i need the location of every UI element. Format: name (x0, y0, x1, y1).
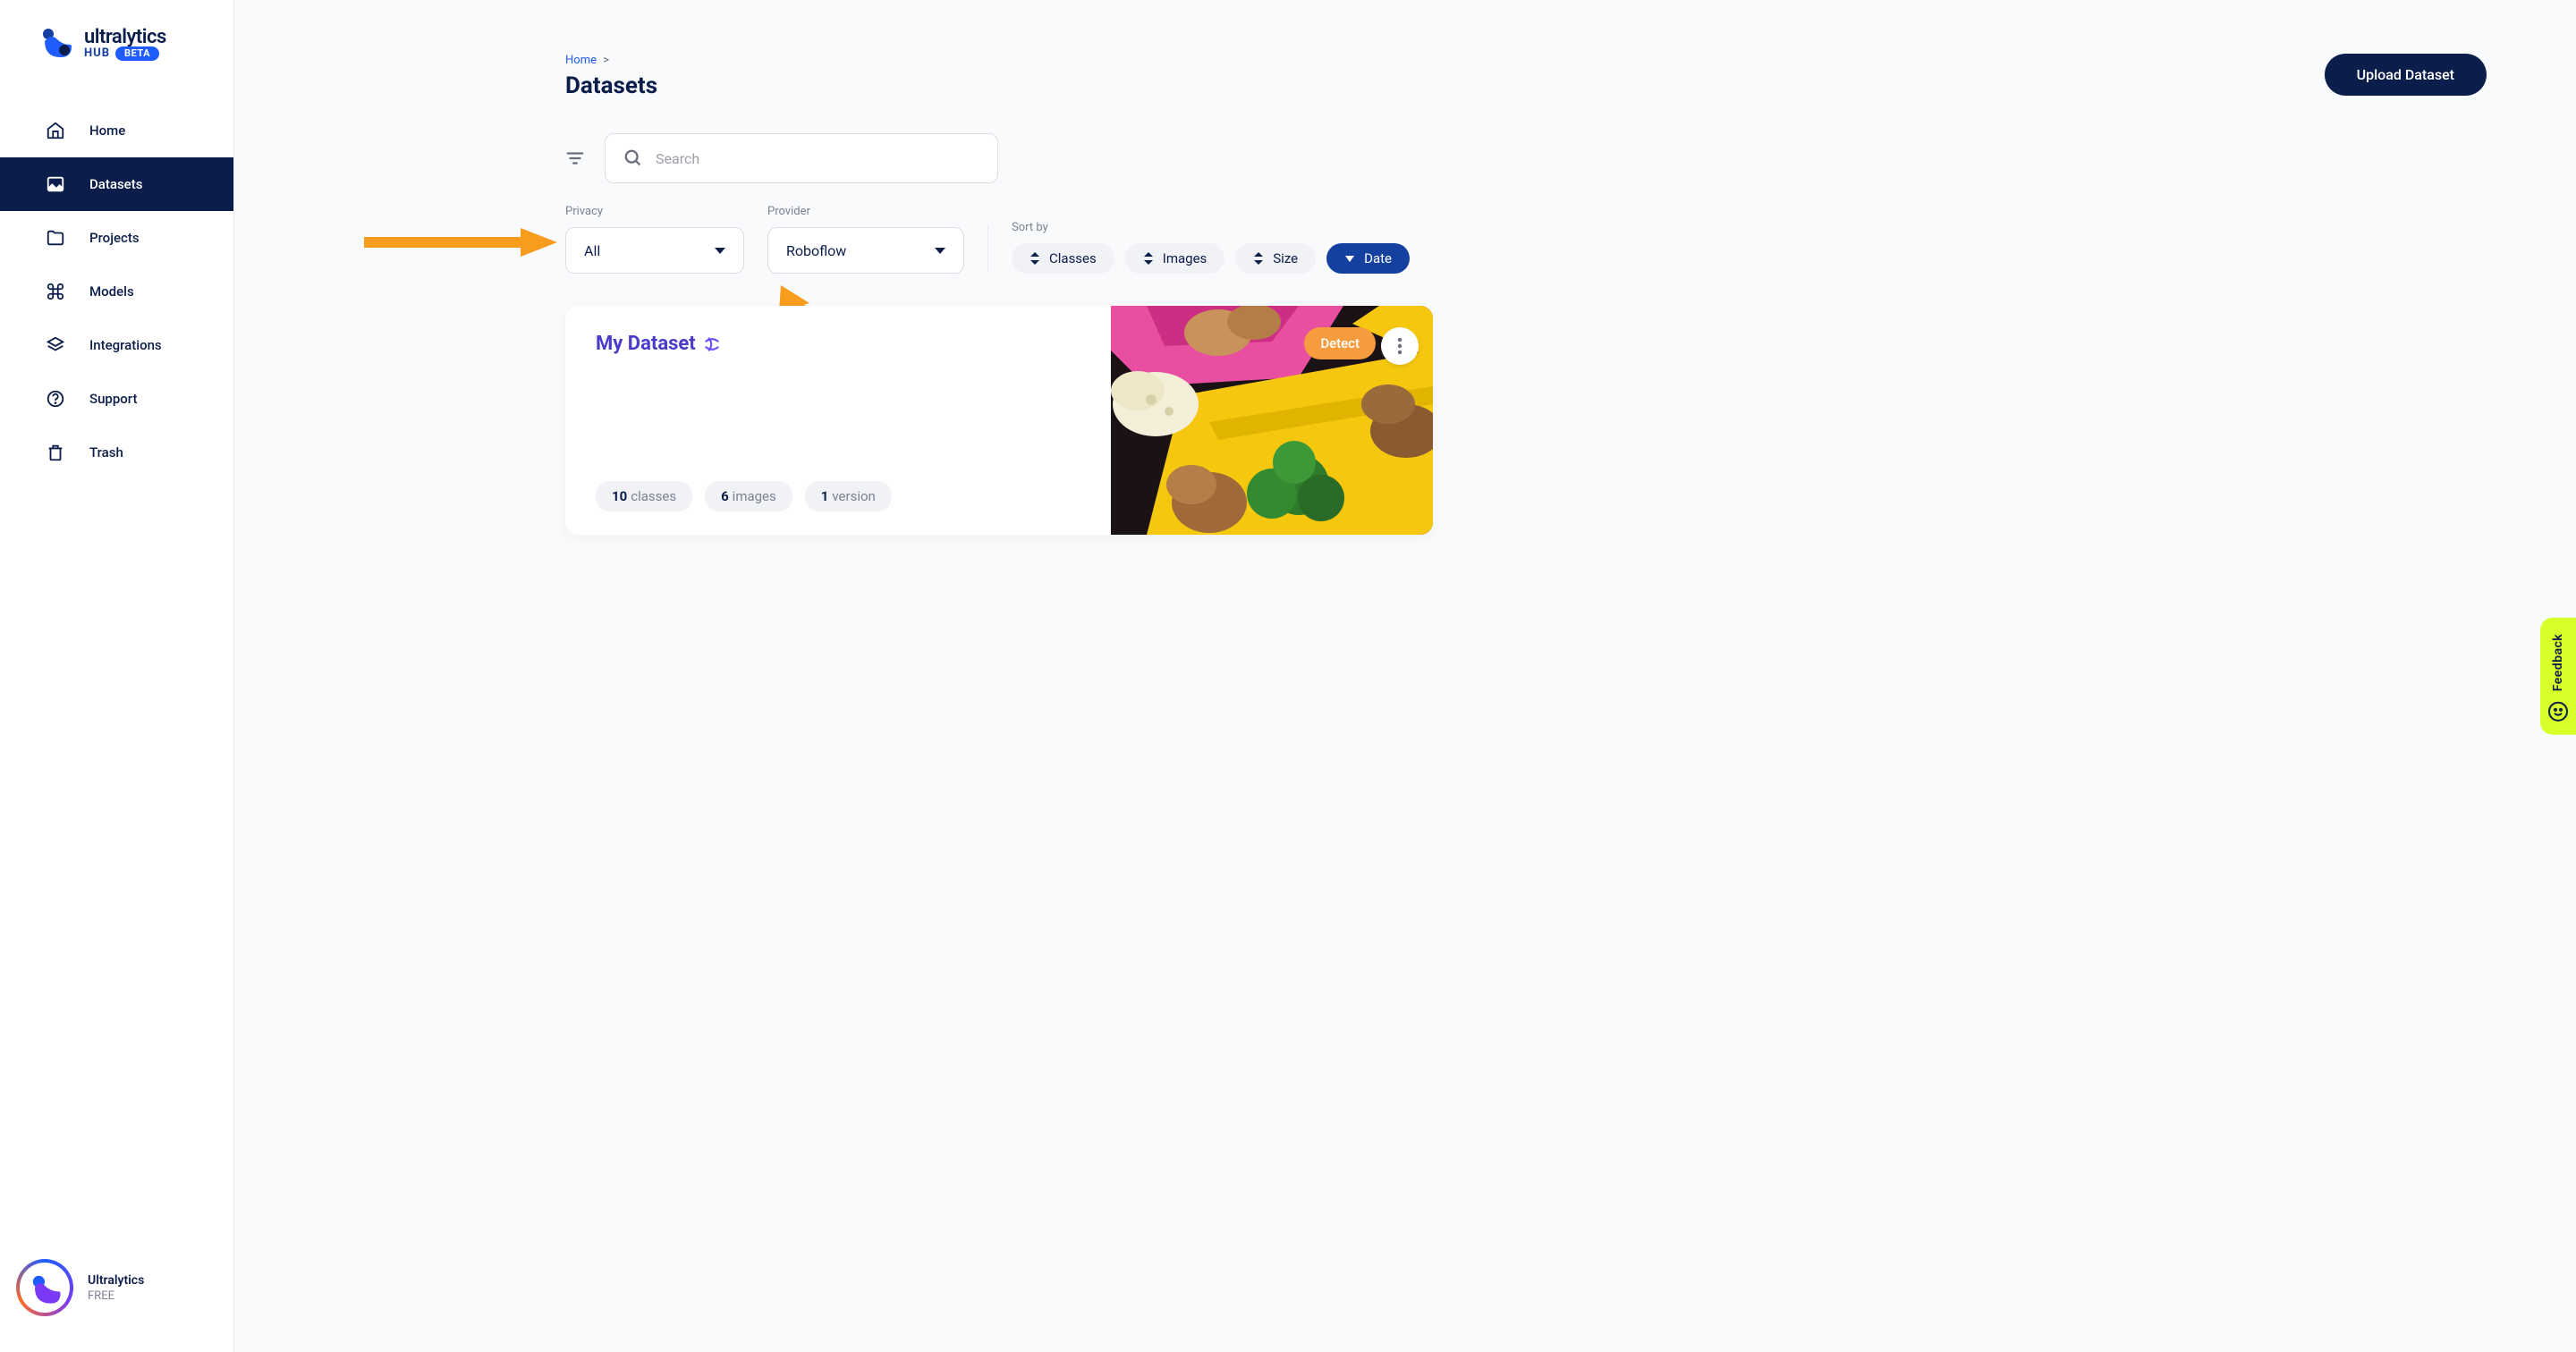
sort-chip-size[interactable]: Size (1235, 243, 1316, 274)
privacy-label: Privacy (565, 205, 744, 218)
breadcrumb-home[interactable]: Home (565, 54, 597, 67)
search-icon (623, 148, 643, 168)
dataset-card[interactable]: My Dataset 10classes 6images 1version (565, 306, 1433, 535)
breadcrumb: Home > (565, 54, 2326, 67)
search-box[interactable] (605, 133, 998, 183)
sort-chip-classes[interactable]: Classes (1012, 243, 1114, 274)
layers-icon (45, 334, 66, 356)
dataset-meta: 10classes 6images 1version (596, 481, 1082, 511)
sidebar-item-label: Home (89, 123, 125, 139)
provider-label: Provider (767, 205, 964, 218)
sidebar-item-models[interactable]: Models (0, 265, 233, 318)
folder-icon (45, 227, 66, 249)
sidebar-item-label: Trash (89, 444, 123, 461)
provider-filter: Provider Roboflow (767, 205, 964, 274)
filter-icon (565, 148, 585, 168)
sidebar-item-datasets[interactable]: Datasets (0, 157, 233, 211)
chip-label: Images (1163, 250, 1208, 266)
page-title: Datasets (565, 72, 657, 99)
logo-brand-text: ultralytics (84, 26, 166, 48)
caret-down-icon (715, 248, 725, 254)
sidebar-nav: Home Datasets Projects Models Integratio… (0, 104, 233, 479)
sidebar-item-label: Integrations (89, 337, 162, 353)
feedback-label: Feedback (2551, 634, 2565, 692)
dataset-thumbnail: Detect (1111, 306, 1433, 535)
more-vertical-icon (1397, 337, 1402, 355)
sort-icon (1143, 252, 1154, 265)
logo-icon (38, 25, 73, 61)
chip-label: Date (1364, 250, 1392, 266)
dataset-title: My Dataset (596, 333, 1082, 355)
sort-icon (1253, 252, 1264, 265)
dataset-more-button[interactable] (1381, 327, 1419, 365)
divider (987, 225, 988, 272)
feedback-tab[interactable]: Feedback (2540, 618, 2576, 735)
sort-group: Sort by Classes Images Size (1012, 221, 1410, 274)
sidebar-item-support[interactable]: Support (0, 372, 233, 426)
breadcrumb-separator: > (603, 54, 609, 67)
logo-beta-badge: BETA (115, 46, 159, 61)
meta-classes: 10classes (596, 481, 692, 511)
privacy-value: All (584, 242, 600, 259)
logo[interactable]: ultralytics HUB BETA (0, 25, 233, 82)
sidebar-item-integrations[interactable]: Integrations (0, 318, 233, 372)
search-input[interactable] (656, 150, 979, 167)
chip-label: Classes (1049, 250, 1097, 266)
sidebar-item-label: Datasets (89, 176, 142, 192)
sort-icon (1030, 252, 1040, 265)
roboflow-icon (703, 335, 721, 353)
feedback-icon (2547, 700, 2569, 722)
meta-versions: 1version (805, 481, 892, 511)
provider-value: Roboflow (786, 242, 846, 259)
sort-label: Sort by (1012, 221, 1410, 234)
sort-chip-date[interactable]: Date (1326, 243, 1410, 274)
sidebar: ultralytics HUB BETA Home Datasets Proje… (0, 0, 234, 1352)
image-icon (45, 173, 66, 195)
sidebar-item-projects[interactable]: Projects (0, 211, 233, 265)
caret-down-icon (935, 248, 945, 254)
provider-select[interactable]: Roboflow (767, 227, 964, 274)
sidebar-user-name: Ultralytics (88, 1273, 144, 1288)
avatar (16, 1259, 73, 1316)
sidebar-item-label: Support (89, 391, 137, 407)
help-icon (45, 388, 66, 410)
main-content: Upload Dataset Home > Datasets (234, 0, 2576, 1352)
sidebar-item-label: Models (89, 283, 134, 300)
privacy-select[interactable]: All (565, 227, 744, 274)
privacy-filter: Privacy All (565, 205, 744, 274)
sidebar-item-home[interactable]: Home (0, 104, 233, 157)
meta-images: 6images (705, 481, 792, 511)
command-icon (45, 281, 66, 302)
upload-dataset-button[interactable]: Upload Dataset (2325, 54, 2487, 96)
trash-icon (45, 442, 66, 463)
sidebar-item-label: Projects (89, 230, 140, 246)
filter-toggle-button[interactable] (565, 148, 585, 168)
sort-desc-icon (1344, 252, 1355, 265)
sort-chip-images[interactable]: Images (1125, 243, 1225, 274)
chip-label: Size (1273, 250, 1298, 266)
detect-badge: Detect (1304, 327, 1376, 359)
sidebar-user[interactable]: Ultralytics FREE (0, 1238, 233, 1352)
logo-hub-text: HUB (84, 46, 110, 60)
home-icon (45, 120, 66, 141)
sidebar-user-plan: FREE (88, 1289, 144, 1303)
sidebar-item-trash[interactable]: Trash (0, 426, 233, 479)
annotation-arrow-1 (364, 224, 561, 260)
